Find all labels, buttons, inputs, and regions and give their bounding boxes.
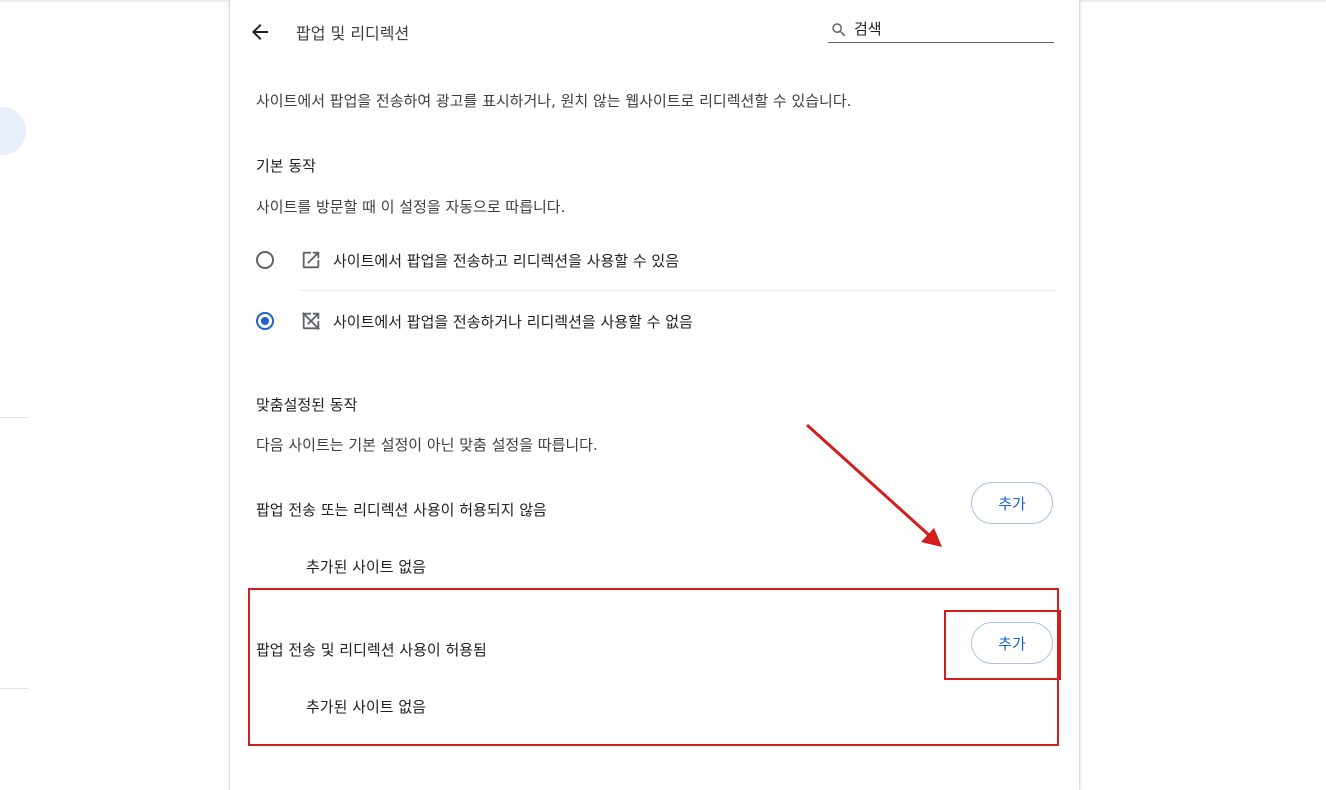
blocked-empty-text: 추가된 사이트 없음 <box>306 558 426 576</box>
option-divider <box>300 290 1056 291</box>
page-description: 사이트에서 팝업을 전송하여 광고를 표시하거나, 원치 않는 웹사이트로 리디… <box>256 92 852 110</box>
open-in-new-icon <box>302 251 320 269</box>
arrow-back-icon <box>252 24 268 40</box>
sidebar-divider <box>0 417 28 418</box>
annotation-arrow-icon <box>805 423 942 547</box>
radio-block-label: 사이트에서 팝업을 전송하거나 리디렉션을 사용할 수 없음 <box>333 313 693 331</box>
search-icon <box>832 23 846 37</box>
annotation-highlight-box <box>248 588 1059 746</box>
radio-option-block[interactable]: 사이트에서 팝업을 전송하거나 리디렉션을 사용할 수 없음 <box>254 311 1054 333</box>
search-input[interactable] <box>854 18 1050 40</box>
annotation-button-box <box>944 610 1061 680</box>
radio-block[interactable] <box>256 312 274 330</box>
radio-allow[interactable] <box>256 251 274 269</box>
blocked-section-title: 팝업 전송 또는 리디렉션 사용이 허용되지 않음 <box>256 501 547 519</box>
sidebar-divider <box>0 688 28 689</box>
custom-behavior-subtext: 다음 사이트는 기본 설정이 아닌 맞춤 설정을 따릅니다. <box>256 436 598 454</box>
back-button[interactable] <box>248 20 276 44</box>
open-in-new-off-icon <box>302 312 320 330</box>
custom-behavior-heading: 맞춤설정된 동작 <box>256 396 358 414</box>
page-title: 팝업 및 리디렉션 <box>296 24 410 43</box>
settings-page: 팝업 및 리디렉션 사이트에서 팝업을 전송하여 광고를 표시하거나, 원치 않… <box>0 0 1326 790</box>
add-blocked-site-button[interactable]: 추가 <box>971 482 1053 524</box>
sidebar-selected-item-highlight[interactable] <box>0 107 26 155</box>
radio-allow-label: 사이트에서 팝업을 전송하고 리디렉션을 사용할 수 있음 <box>333 252 680 270</box>
default-behavior-subtext: 사이트를 방문할 때 이 설정을 자동으로 따릅니다. <box>256 198 566 216</box>
radio-option-allow[interactable]: 사이트에서 팝업을 전송하고 리디렉션을 사용할 수 있음 <box>254 250 1054 272</box>
default-behavior-heading: 기본 동작 <box>256 157 316 175</box>
search-field[interactable] <box>828 18 1054 43</box>
